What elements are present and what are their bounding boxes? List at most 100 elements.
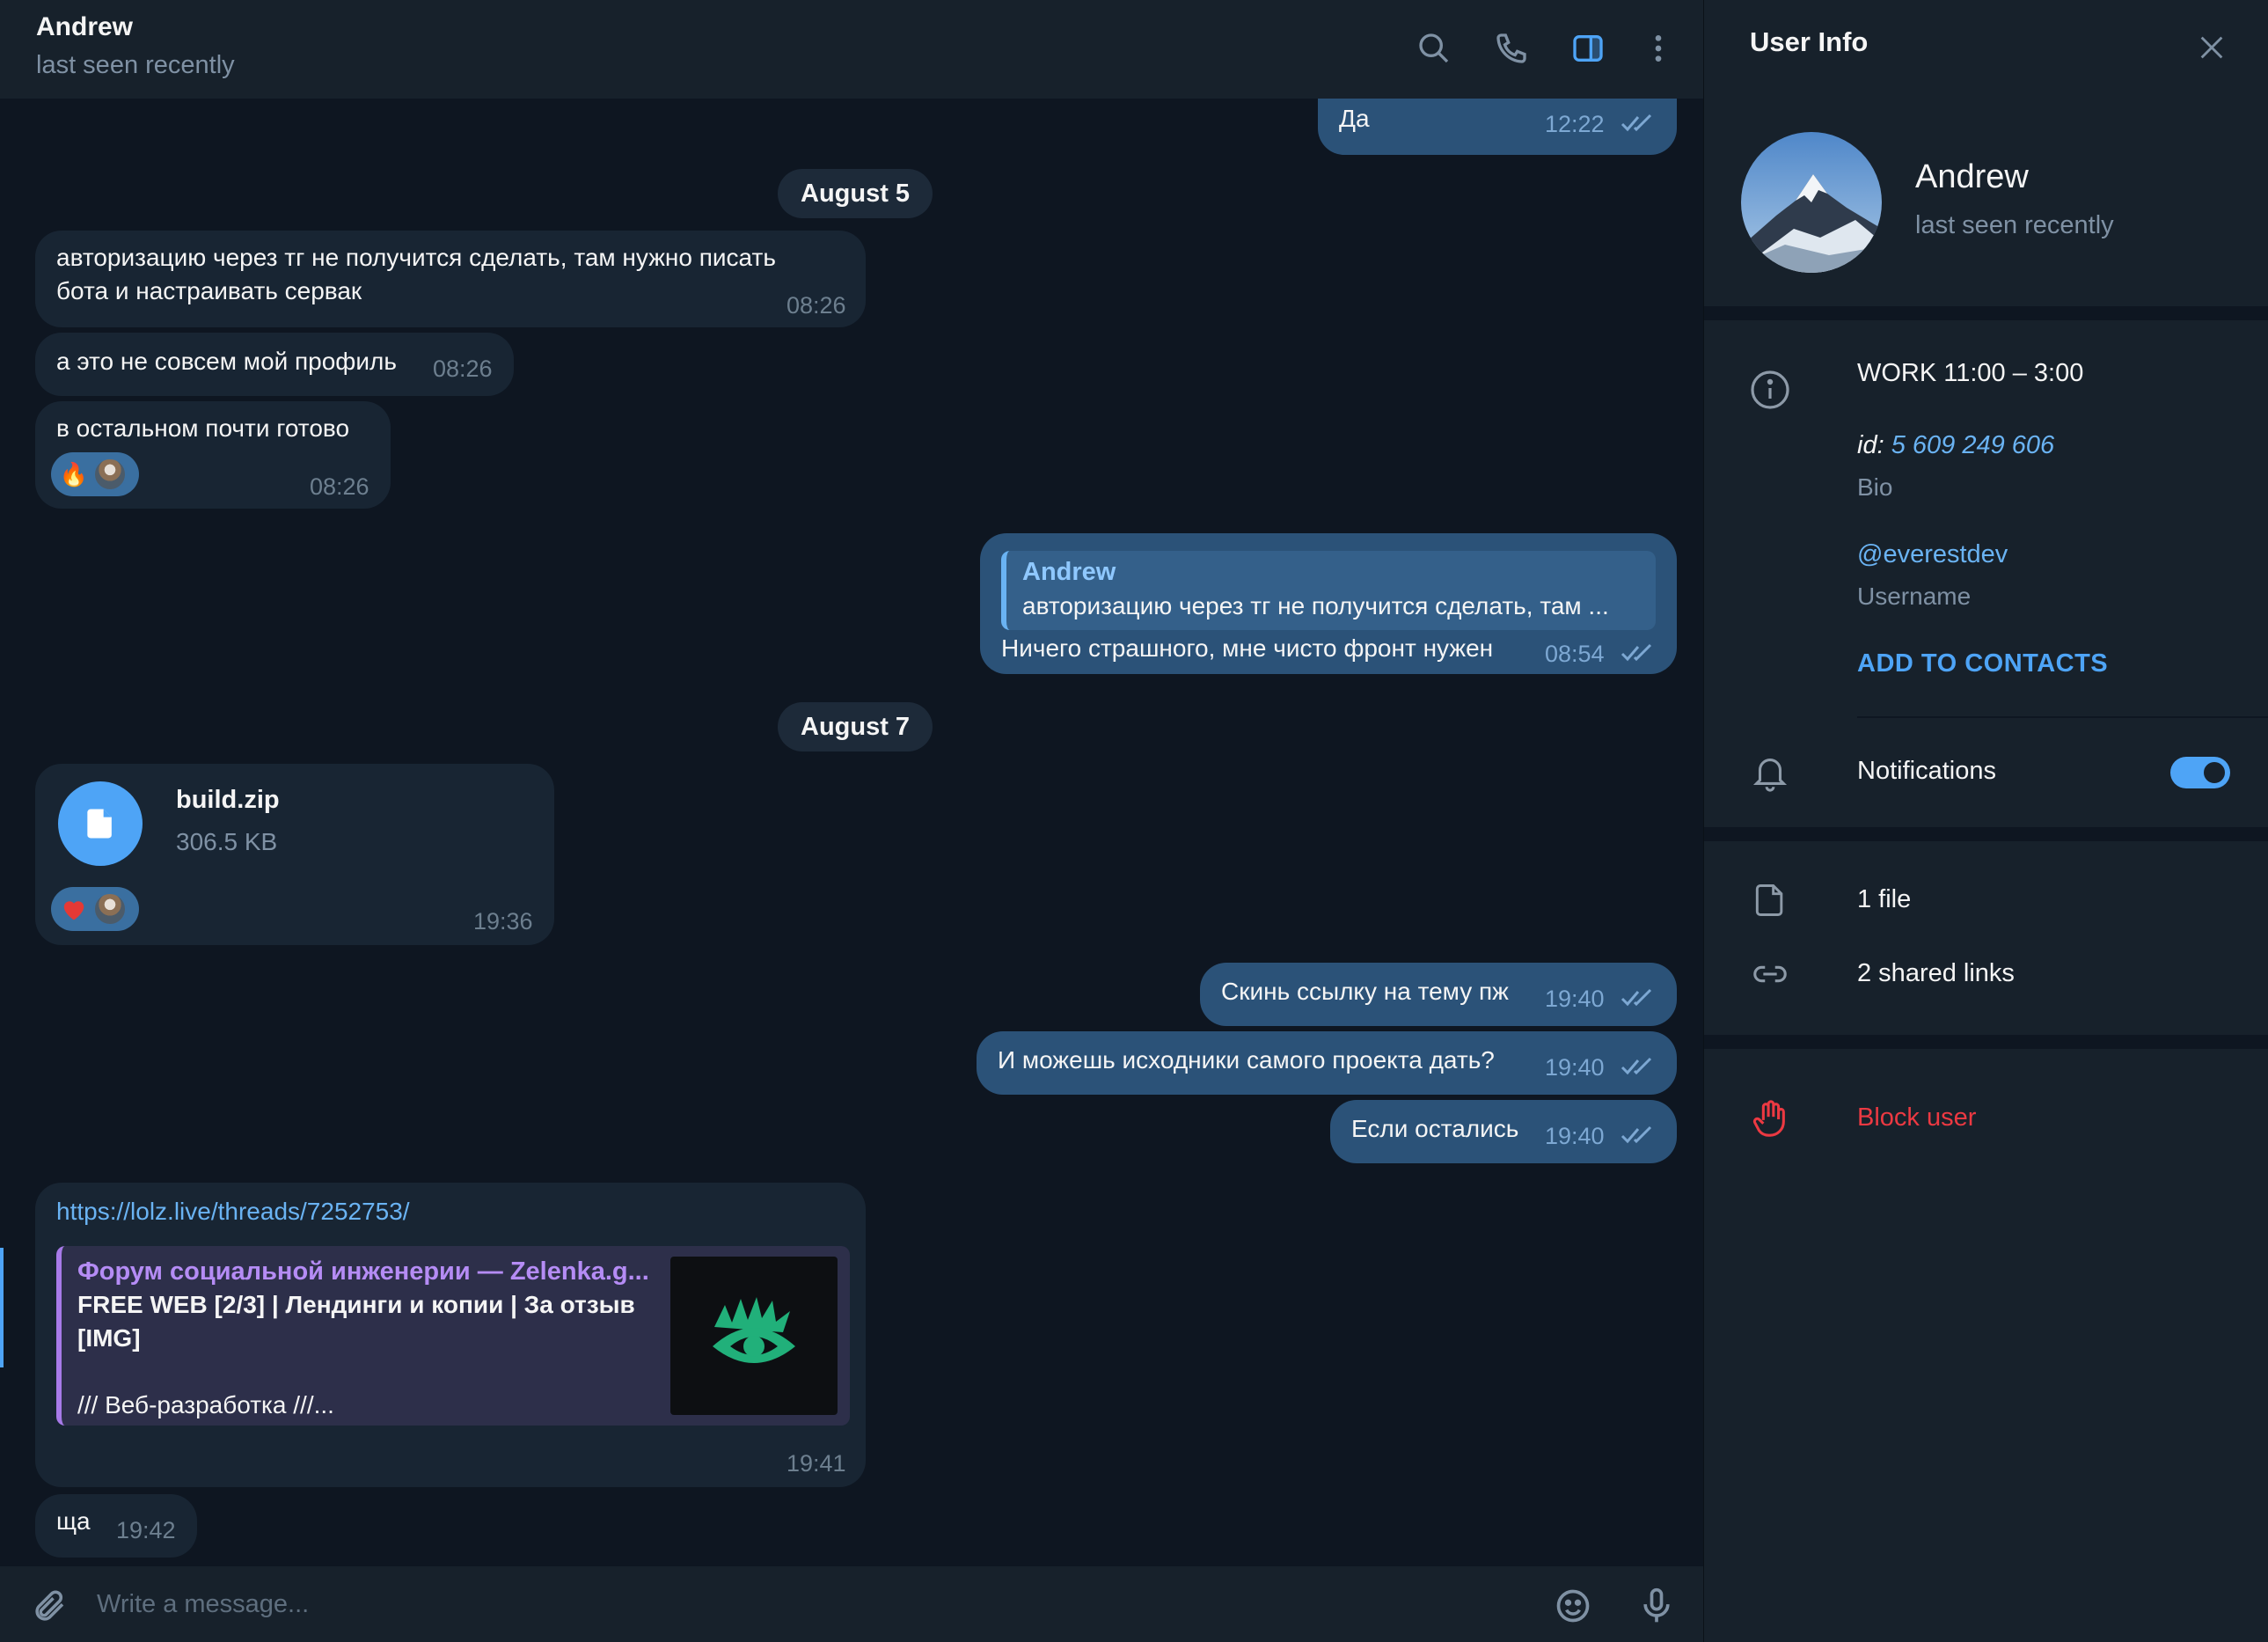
microphone-icon[interactable] [1635, 1584, 1679, 1628]
message-time: 19:40 [1545, 1054, 1605, 1081]
message-text: Скинь ссылку на тему пж [1221, 978, 1509, 1005]
date-separator: August 7 [778, 702, 933, 751]
bio-text: WORK 11:00 – 3:00 [1857, 359, 2084, 387]
user-info-panel: User Info Andrew last seen recently WORK… [1703, 0, 2268, 1642]
username-link[interactable]: @everestdev [1857, 540, 2008, 569]
reply-author: Andrew [1022, 558, 1116, 586]
info-icon [1748, 368, 1792, 412]
message-incoming[interactable]: авторизацию через тг не получится сделат… [35, 231, 866, 327]
message-text: ща [56, 1507, 91, 1535]
message-incoming[interactable]: в остальном почти готово 🔥 08:26 [35, 401, 391, 509]
block-user-button[interactable]: Block user [1857, 1103, 1976, 1133]
phone-icon[interactable] [1489, 26, 1533, 70]
heart-icon [58, 893, 90, 925]
bio-label: Bio [1857, 473, 1893, 501]
selection-indicator [0, 1248, 4, 1367]
message-time: 19:42 [116, 1517, 176, 1543]
user-id-label: id: [1857, 431, 1884, 459]
shared-links-label: 2 shared links [1857, 959, 2015, 987]
avatar [93, 892, 127, 926]
link-icon [1748, 952, 1792, 996]
message-time: 19:40 [1545, 986, 1605, 1012]
attach-icon[interactable] [28, 1584, 72, 1628]
message-outgoing[interactable]: Скинь ссылку на тему пж 19:40 [1200, 963, 1677, 1026]
bell-icon [1748, 750, 1792, 794]
reply-quote[interactable]: Andrew авторизацию через тг не получится… [1001, 551, 1656, 630]
profile-name: Andrew [1915, 158, 2029, 195]
message-text: Если остались [1351, 1115, 1519, 1142]
hand-stop-icon [1748, 1096, 1792, 1140]
profile-avatar[interactable] [1741, 132, 1882, 273]
mountain-avatar-image [1741, 132, 1882, 273]
message-incoming[interactable]: build.zip 306.5 KB 19:36 [35, 764, 554, 945]
message-incoming[interactable]: а это не совсем мой профиль 08:26 [35, 333, 514, 396]
user-id-row: id: 5 609 249 606 [1857, 431, 2054, 460]
message-text-line: авторизацию через тг не получится сделат… [56, 244, 776, 271]
link-preview-site: Форум социальной инженерии — Zelenka.g..… [77, 1257, 649, 1286]
reactions[interactable] [51, 887, 139, 931]
link-preview-image [670, 1257, 838, 1415]
file-icon [87, 809, 112, 839]
read-receipt-icon [1621, 643, 1652, 662]
message-outgoing[interactable]: Если остались 19:40 [1330, 1100, 1677, 1163]
add-to-contacts-button[interactable]: ADD TO CONTACTS [1857, 649, 2108, 678]
link-preview[interactable]: Форум социальной инженерии — Zelenka.g..… [56, 1246, 850, 1426]
user-id-value[interactable]: 5 609 249 606 [1891, 431, 2054, 459]
file-download-button[interactable] [58, 781, 143, 866]
more-vertical-icon[interactable] [1636, 26, 1680, 70]
file-name[interactable]: build.zip [176, 783, 280, 817]
message-text: а это не совсем мой профиль [56, 348, 397, 375]
fire-icon: 🔥 [59, 461, 89, 487]
profile-status: last seen recently [1915, 211, 2114, 239]
reply-text: авторизацию через тг не получится сделат… [1022, 592, 1609, 619]
message-outgoing[interactable]: Andrew авторизацию через тг не получится… [980, 533, 1677, 674]
chat-title[interactable]: Andrew [36, 12, 133, 42]
username-label: Username [1857, 583, 1972, 610]
message-time: 12:22 [1545, 111, 1605, 137]
link-preview-title: FREE WEB [2/3] | Лендинги и копии | За о… [77, 1291, 635, 1352]
message-text-line: бота и настраивать сервак [56, 277, 362, 304]
message-incoming[interactable]: https://lolz.live/threads/7252753/ Форум… [35, 1183, 866, 1487]
divider [1857, 716, 2268, 718]
message-time: 08:26 [310, 473, 369, 500]
file-size: 306.5 KB [176, 828, 278, 855]
section-divider [1704, 1035, 2268, 1049]
avatar [93, 458, 127, 491]
message-text: И можешь исходники самого проекта дать? [998, 1046, 1495, 1074]
message-text: в остальном почти готово [56, 414, 350, 442]
close-icon[interactable] [2191, 26, 2233, 69]
message-link[interactable]: https://lolz.live/threads/7252753/ [56, 1195, 410, 1228]
eye-logo-icon [713, 1297, 795, 1363]
read-receipt-icon [1621, 1125, 1652, 1144]
message-time: 08:54 [1545, 641, 1605, 667]
message-input[interactable] [97, 1582, 1504, 1626]
date-separator: August 5 [778, 169, 933, 218]
read-receipt-icon [1621, 114, 1652, 132]
notifications-label: Notifications [1857, 757, 1996, 785]
link-preview-description: /// Веб-разработка ///... [77, 1391, 334, 1418]
sidebar-toggle-icon[interactable] [1566, 26, 1610, 70]
toggle-knob [2200, 759, 2228, 787]
section-divider [1704, 306, 2268, 320]
message-time: 19:41 [786, 1450, 846, 1477]
composer [0, 1566, 1703, 1642]
message-text: Да [1339, 105, 1370, 132]
read-receipt-icon [1621, 988, 1652, 1007]
message-incoming[interactable]: ща 19:42 [35, 1494, 197, 1558]
notifications-toggle[interactable] [2170, 757, 2230, 788]
chat-header[interactable]: Andrew last seen recently [0, 0, 1703, 99]
file-icon [1748, 878, 1792, 922]
panel-title: User Info [1750, 26, 1869, 57]
read-receipt-icon [1621, 1057, 1652, 1075]
reactions[interactable]: 🔥 [51, 452, 139, 496]
message-outgoing[interactable]: И можешь исходники самого проекта дать? … [977, 1031, 1677, 1095]
message-list[interactable]: Да 12:22 August 5 авторизацию через тг н… [0, 63, 1703, 1566]
message-text: Ничего страшного, мне чисто фронт нужен [1001, 634, 1494, 662]
emoji-icon[interactable] [1551, 1584, 1595, 1628]
message-time: 08:26 [786, 292, 846, 319]
section-divider [1704, 827, 2268, 841]
shared-files-label: 1 file [1857, 885, 1912, 913]
chat-status: last seen recently [36, 51, 235, 79]
chat-area: Andrew last seen recently Да 12:22 Augus… [0, 0, 1703, 1642]
search-icon[interactable] [1412, 26, 1456, 70]
